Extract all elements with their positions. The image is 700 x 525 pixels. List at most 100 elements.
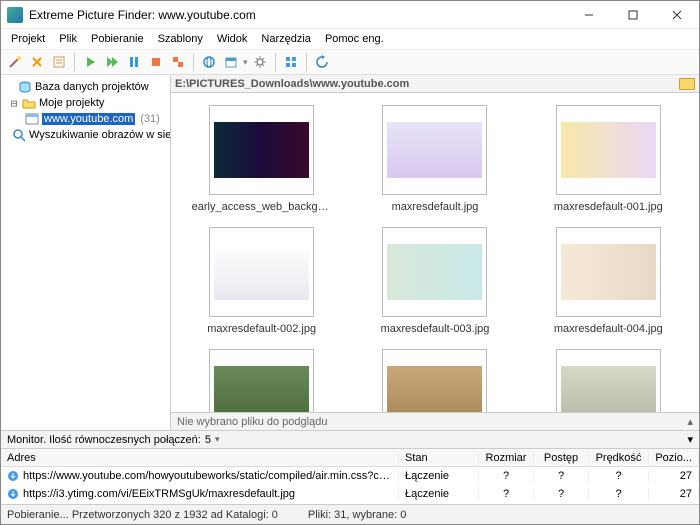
preview-bar: Nie wybrano pliku do podglądu ▴ — [171, 412, 699, 430]
menu-pobieranie[interactable]: Pobieranie — [85, 31, 150, 47]
thumbnail-item[interactable]: maxresdefault-004.jpg — [526, 227, 691, 335]
monitor-table: Adres Stan Rozmiar Postęp Prędkość Pozio… — [1, 448, 699, 504]
collapse-icon[interactable]: ⊟ — [9, 97, 19, 110]
thumb-caption: maxresdefault-004.jpg — [554, 323, 663, 335]
tree-myprojects[interactable]: ⊟ Moje projekty — [3, 95, 168, 111]
row-address: https://i3.ytimg.com/vi/EEixTRMSgUk/maxr… — [1, 488, 399, 500]
close-button[interactable] — [655, 1, 699, 29]
play-icon[interactable] — [80, 52, 100, 72]
thumbnail-grid[interactable]: early_access_web_background_expanded_...… — [171, 93, 699, 412]
tree-site-youtube[interactable]: www.youtube.com (31) — [3, 111, 168, 127]
thumb-image — [214, 122, 309, 178]
menu-projekt[interactable]: Projekt — [5, 31, 51, 47]
chevron-up-icon[interactable]: ▴ — [687, 415, 693, 428]
status-right: Pliki: 31, wybrane: 0 — [308, 509, 406, 521]
monitor-header: Monitor. Ilość równoczesnych połączeń: 5… — [1, 430, 699, 448]
thumb-image — [214, 244, 309, 300]
separator — [306, 53, 307, 71]
monitor-label: Monitor. Ilość równoczesnych połączeń: — [7, 434, 201, 446]
thumb-frame — [556, 105, 661, 195]
gear-icon[interactable] — [250, 52, 270, 72]
menu-pomoc[interactable]: Pomoc eng. — [319, 31, 390, 47]
row-speed: ? — [589, 488, 649, 500]
thumb-frame — [209, 105, 314, 195]
row-level: 27 — [649, 488, 699, 500]
stop-all-icon[interactable] — [168, 52, 188, 72]
download-icon — [7, 488, 19, 500]
stop-icon[interactable] — [146, 52, 166, 72]
chevron-down-icon[interactable]: ▾ — [687, 433, 693, 446]
thumbnail-item[interactable]: maxresdefault.jpg — [352, 105, 517, 213]
monitor-columns: Adres Stan Rozmiar Postęp Prędkość Pozio… — [1, 449, 699, 467]
content-pane: E:\PICTURES_Downloads\www.youtube.com ea… — [171, 75, 699, 430]
col-speed[interactable]: Prędkość — [589, 452, 649, 464]
thumb-caption: maxresdefault-002.jpg — [207, 323, 316, 335]
row-size: ? — [479, 470, 534, 482]
row-speed: ? — [589, 470, 649, 482]
thumb-caption: maxresdefault-003.jpg — [381, 323, 490, 335]
thumbnail-item[interactable]: maxresdefault-001.jpg — [526, 105, 691, 213]
status-left: Pobieranie... Przetworzonych 320 z 1932 … — [7, 509, 278, 521]
refresh-icon[interactable] — [312, 52, 332, 72]
col-progress[interactable]: Postęp — [534, 452, 589, 464]
tree-websearch[interactable]: Wyszukiwanie obrazów w sieci — [3, 127, 168, 143]
download-icon — [7, 470, 19, 482]
monitor-count: 5 — [205, 434, 211, 446]
col-size[interactable]: Rozmiar — [479, 452, 534, 464]
tools-icon[interactable] — [27, 52, 47, 72]
menu-narzedzia[interactable]: Narzędzia — [255, 31, 317, 47]
thumbnail-item[interactable]: early_access_web_background_expanded_... — [179, 105, 344, 213]
thumb-image — [561, 122, 656, 178]
maximize-button[interactable] — [611, 1, 655, 29]
thumb-image — [561, 244, 656, 300]
row-level: 27 — [649, 470, 699, 482]
row-progress: ? — [534, 488, 589, 500]
path-text: E:\PICTURES_Downloads\www.youtube.com — [175, 78, 409, 90]
properties-icon[interactable] — [49, 52, 69, 72]
play-all-icon[interactable] — [102, 52, 122, 72]
open-folder-icon[interactable] — [679, 78, 695, 90]
thumbnail-item[interactable] — [526, 349, 691, 412]
app-icon — [7, 7, 23, 23]
titlebar: Extreme Picture Finder: www.youtube.com — [1, 1, 699, 29]
thumb-image — [561, 366, 656, 412]
thumb-frame — [209, 349, 314, 412]
calendar-icon[interactable] — [221, 52, 241, 72]
menu-szablony[interactable]: Szablony — [152, 31, 209, 47]
menubar: Projekt Plik Pobieranie Szablony Widok N… — [1, 29, 699, 49]
thumbnail-item[interactable]: maxresdefault-003.jpg — [352, 227, 517, 335]
thumb-image — [387, 122, 482, 178]
monitor-row[interactable]: https://www.youtube.com/howyoutubeworks/… — [1, 467, 699, 485]
tree-database[interactable]: Baza danych projektów — [3, 79, 168, 95]
wand-icon[interactable] — [5, 52, 25, 72]
grid-icon[interactable] — [281, 52, 301, 72]
tree-label: Baza danych projektów — [35, 81, 149, 93]
col-level[interactable]: Pozio... — [649, 452, 699, 464]
row-address: https://www.youtube.com/howyoutubeworks/… — [1, 470, 399, 482]
menu-plik[interactable]: Plik — [53, 31, 83, 47]
thumbnail-item[interactable] — [179, 349, 344, 412]
thumbnail-item[interactable] — [352, 349, 517, 412]
browser-icon[interactable] — [199, 52, 219, 72]
thumb-frame — [382, 349, 487, 412]
row-status: Łączenie — [399, 488, 479, 500]
col-address[interactable]: Adres — [1, 452, 399, 464]
dropdown-arrow-icon[interactable]: ▾ — [243, 57, 248, 68]
dropdown-arrow-icon[interactable]: ▾ — [215, 434, 220, 445]
col-status[interactable]: Stan — [399, 452, 479, 464]
thumb-caption: maxresdefault-001.jpg — [554, 201, 663, 213]
thumb-caption: maxresdefault.jpg — [392, 201, 479, 213]
search-icon — [12, 128, 26, 142]
monitor-row[interactable]: https://i3.ytimg.com/vi/EEixTRMSgUk/maxr… — [1, 485, 699, 503]
statusbar: Pobieranie... Przetworzonych 320 z 1932 … — [1, 504, 699, 524]
menu-widok[interactable]: Widok — [211, 31, 254, 47]
pause-icon[interactable] — [124, 52, 144, 72]
thumb-frame — [209, 227, 314, 317]
tree-label: www.youtube.com — [42, 113, 135, 125]
minimize-button[interactable] — [567, 1, 611, 29]
thumb-image — [387, 244, 482, 300]
thumbnail-item[interactable]: maxresdefault-002.jpg — [179, 227, 344, 335]
project-tree: Baza danych projektów ⊟ Moje projekty ww… — [1, 75, 171, 430]
row-progress: ? — [534, 470, 589, 482]
toolbar: ▾ — [1, 49, 699, 75]
